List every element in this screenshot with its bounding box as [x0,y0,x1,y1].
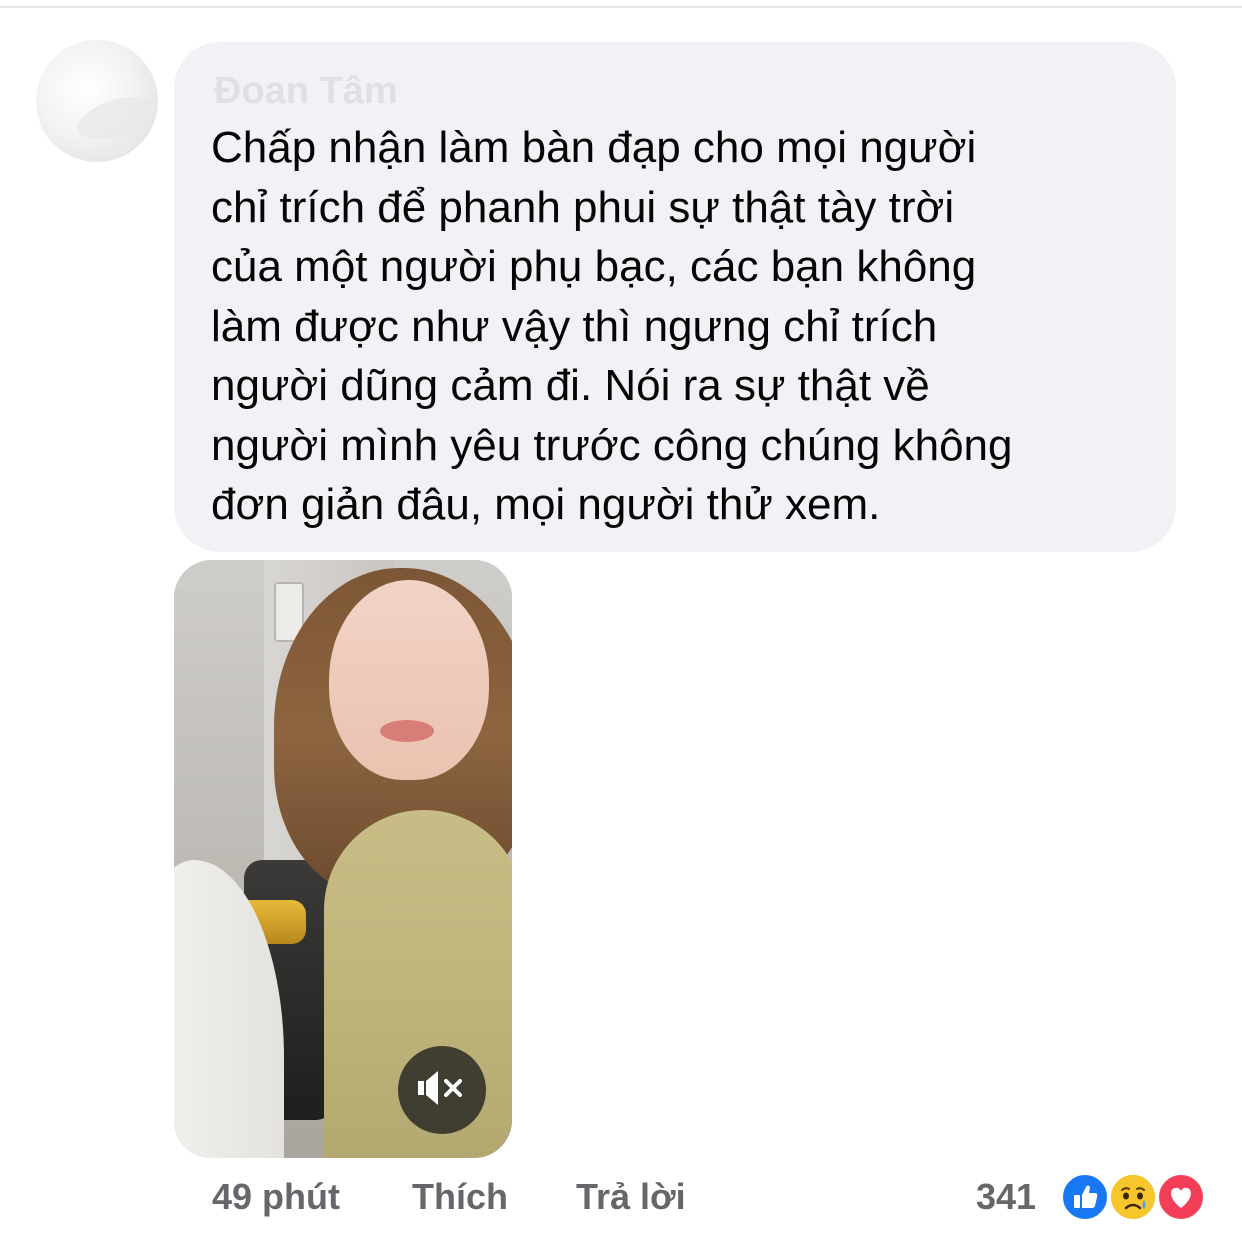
video-attachment[interactable] [174,560,512,1158]
comment-line: Chấp nhận làm bàn đạp cho mọi người [211,123,977,172]
comment-line: của một người phụ bạc, các bạn không [211,242,977,291]
like-button[interactable]: Thích [412,1172,508,1222]
comment-time[interactable]: 49 phút [212,1172,340,1222]
comment-screenshot: Đoan Tâm Chấp nhận làm bàn đạp cho mọi n… [0,0,1242,1237]
avatar[interactable] [36,40,158,162]
comment-line: làm được như vậy thì ngưng chỉ trích [211,301,938,351]
person-face [329,580,489,780]
comment-line: chỉ trích để phanh phui sự thật tày trời [211,182,955,232]
reaction-summary[interactable] [1060,1170,1210,1224]
divider [0,6,1242,8]
comment-line: người dũng cảm đi. Nói ra sự thật về [211,361,930,410]
comment-line: người mình yêu trước công chúng không [211,420,1013,470]
comment-author[interactable]: Đoan Tâm [214,68,434,114]
comment-line: đơn giản đâu, mọi người thử xem. [211,480,881,529]
reply-button[interactable]: Trả lời [576,1172,686,1222]
mute-toggle-button[interactable] [398,1046,486,1134]
comment-text: Chấp nhận làm bàn đạp cho mọi người chỉ … [211,118,1171,535]
like-reaction-icon [1060,1172,1110,1222]
sad-reaction-icon [1108,1172,1158,1222]
love-reaction-icon [1156,1172,1206,1222]
speaker-muted-icon [416,1067,468,1114]
reaction-count[interactable]: 341 [976,1172,1036,1222]
